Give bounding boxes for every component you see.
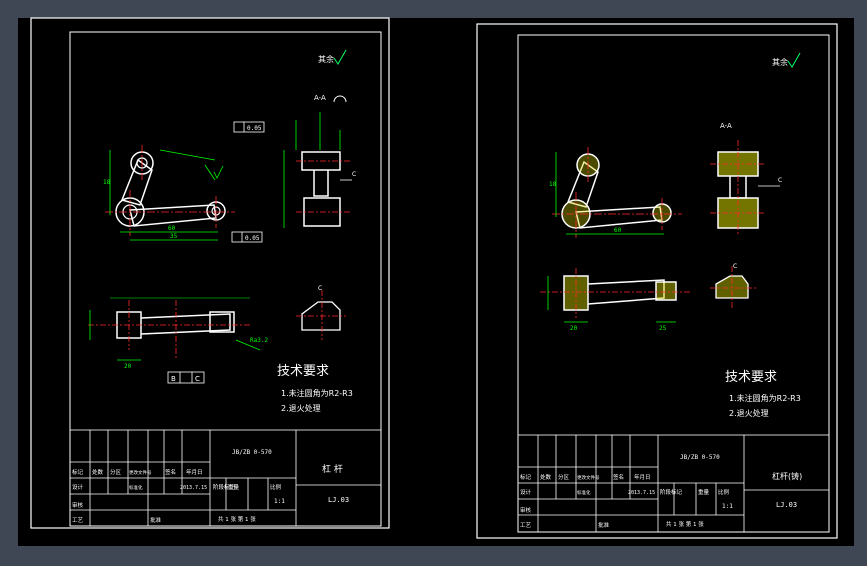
header-cell: 分区 [558, 473, 570, 481]
dim-label: 18 [549, 181, 557, 188]
scale-label: 比例 [718, 488, 730, 496]
dim-label: 18 [103, 179, 111, 186]
standard-code: JB/ZB 0-570 [680, 454, 720, 461]
header-cell: 更改文件号 [129, 469, 152, 476]
section-c-label: C [352, 171, 356, 178]
header-cell: 处数 [540, 473, 552, 481]
surface-finish-note: 其余 [772, 57, 788, 67]
dim-label: 35 [170, 233, 178, 240]
approve-label: 批准 [150, 516, 162, 524]
svg-text:B: B [171, 375, 176, 383]
review-label: 审核 [72, 501, 84, 509]
tech-requirement-item: 2.退火处理 [281, 403, 321, 413]
svg-text:C: C [195, 375, 200, 383]
scale-value: 1:1 [722, 503, 733, 510]
section-c-heading: C [318, 285, 322, 292]
scale-value: 1:1 [274, 498, 285, 505]
header-cell: 处数 [92, 468, 104, 476]
header-cell: 更改文件号 [577, 474, 600, 481]
weight-label: 重量 [228, 483, 240, 491]
standardization-label: 标准化 [577, 489, 591, 496]
stage-label: 阶段标记 [660, 488, 683, 496]
header-cell: 年月日 [186, 468, 203, 476]
tech-requirement-item: 2.退火处理 [729, 408, 769, 418]
surface-finish-note: 其余 [318, 54, 334, 64]
dim-label: 60 [614, 227, 622, 234]
design-label: 设计 [72, 483, 84, 491]
section-c-label: C [778, 177, 782, 184]
tech-requirements-title: 技术要求 [277, 364, 329, 379]
sheet-count: 共 1 张 第 1 张 [218, 515, 256, 523]
svg-text:0.05: 0.05 [247, 125, 262, 132]
tech-requirements-title: 技术要求 [725, 370, 777, 385]
part-name: 杠 杆 [322, 463, 343, 475]
part-name: 杠杆(铸) [772, 471, 802, 481]
tech-requirement-item: 1.未注圆角为R2-R3 [729, 393, 801, 403]
weight-label: 重量 [698, 488, 710, 496]
drawing-number: LJ.03 [776, 501, 797, 509]
dim-label: 60 [168, 225, 176, 232]
header-cell: 签名 [165, 468, 176, 476]
dim-label: 25 [659, 325, 667, 332]
section-label: A-A [314, 94, 326, 102]
standard-code: JB/ZB 0-570 [232, 449, 272, 456]
header-cell: 分区 [110, 468, 122, 476]
scale-label: 比例 [270, 483, 282, 491]
drawing-number: LJ.03 [328, 496, 349, 504]
process-label: 工艺 [520, 522, 532, 529]
approve-label: 批准 [598, 521, 610, 529]
header-cell: 标记 [72, 468, 84, 476]
design-label: 设计 [520, 488, 532, 496]
tech-requirement-item: 1.未注圆角为R2-R3 [281, 388, 353, 398]
review-label: 审核 [520, 506, 532, 514]
header-cell: 年月日 [634, 473, 651, 481]
roughness-label: Ra3.2 [250, 337, 268, 344]
date-cell: 2013.7.15 [180, 485, 207, 491]
header-cell: 签名 [613, 473, 624, 481]
header-cell: 标记 [520, 473, 532, 481]
svg-text:0.05: 0.05 [245, 235, 260, 242]
sheet-count: 共 1 张 第 1 张 [666, 520, 704, 528]
section-c-heading: C [733, 263, 737, 270]
drawing-canvas[interactable]: 其余 18 60 35 0.05 0.05 A-A C 20 Ra3.2 B C… [0, 0, 867, 562]
cad-viewport[interactable]: 其余 18 60 35 0.05 0.05 A-A C 20 Ra3.2 B C… [0, 0, 867, 562]
standardization-label: 标准化 [129, 484, 143, 491]
section-label: A-A [720, 122, 732, 130]
process-label: 工艺 [72, 517, 84, 524]
dim-label: 20 [570, 325, 578, 332]
dim-label: 20 [124, 363, 132, 370]
date-cell: 2013.7.15 [628, 490, 655, 496]
